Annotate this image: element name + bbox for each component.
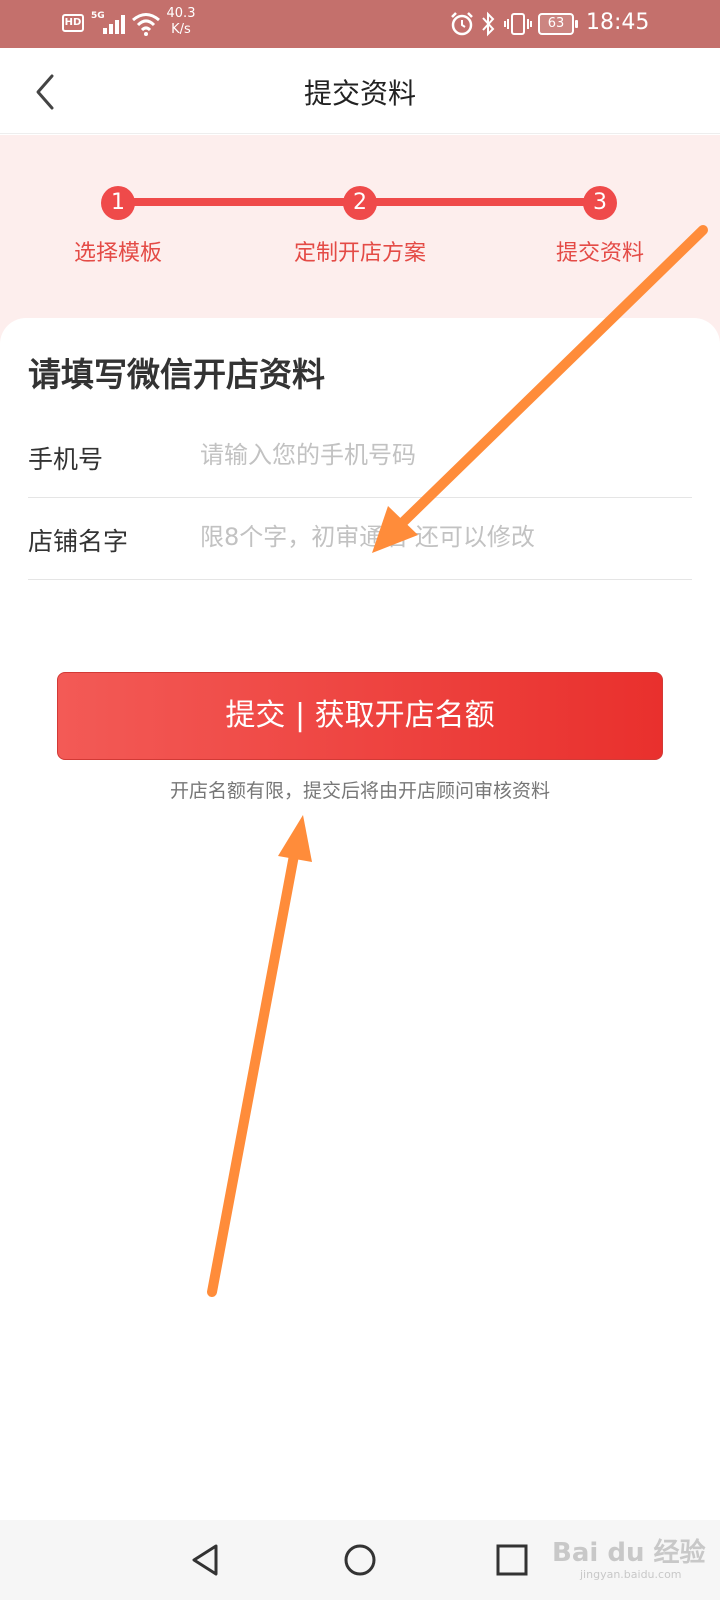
phone-input[interactable] [200, 430, 680, 480]
back-triangle-icon[interactable] [186, 1540, 226, 1580]
bluetooth-icon [482, 11, 495, 37]
watermark-url: jingyan.baidu.com [580, 1568, 682, 1581]
clock: 18:45 [586, 10, 650, 35]
home-circle-icon[interactable] [340, 1540, 380, 1580]
battery-icon: 63 [538, 13, 578, 35]
step-3-badge: 3 [583, 186, 617, 220]
network-speed: 40.3 K/s [164, 6, 198, 38]
store-name-row: 店铺名字 [28, 498, 692, 580]
nav-header: 提交资料 [0, 48, 720, 134]
phone-row: 手机号 [28, 416, 692, 498]
wifi-icon [132, 13, 160, 36]
store-name-input[interactable] [200, 512, 680, 562]
store-name-label: 店铺名字 [28, 527, 129, 556]
screen: HD 5G 40.3 K/s 63 18:45 提交资料 1 2 3 选择模板 … [0, 0, 720, 1600]
speed-unit: K/s [171, 22, 191, 37]
step-1-badge: 1 [101, 186, 135, 220]
speed-value: 40.3 [166, 6, 196, 21]
page-title: 提交资料 [303, 77, 416, 110]
signal-icon [101, 14, 127, 34]
step-2-badge: 2 [343, 186, 377, 220]
form-title: 请填写微信开店资料 [28, 355, 325, 394]
watermark-brand: Bai du 经验 [552, 1538, 706, 1568]
step-1-label: 选择模板 [73, 241, 162, 266]
recent-square-icon[interactable] [492, 1540, 532, 1580]
step-3-label: 提交资料 [555, 241, 644, 266]
vibrate-icon [504, 13, 532, 35]
alarm-icon [451, 12, 473, 36]
submit-button[interactable]: 提交 | 获取开店名额 [57, 672, 663, 760]
step-2-label: 定制开店方案 [293, 241, 426, 266]
hd-icon: HD [62, 14, 84, 32]
status-bar: HD 5G 40.3 K/s 63 18:45 [0, 0, 720, 48]
phone-label: 手机号 [28, 445, 104, 474]
submit-hint: 开店名额有限，提交后将由开店顾问审核资料 [169, 780, 550, 802]
